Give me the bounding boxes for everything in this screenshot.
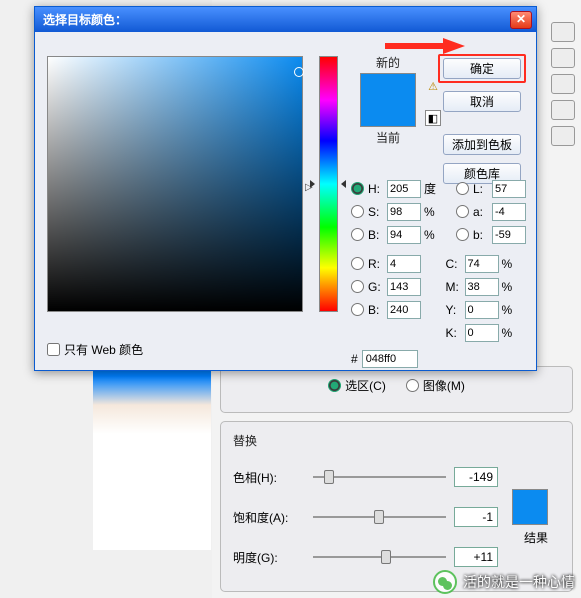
side-buttons (551, 22, 575, 146)
web-only-checkbox[interactable]: 只有 Web 颜色 (47, 341, 143, 358)
wechat-icon (433, 570, 457, 594)
cancel-button[interactable]: 取消 (443, 91, 521, 112)
current-color-label: 当前 (353, 129, 423, 146)
light-slider[interactable] (313, 556, 446, 558)
color-field[interactable] (47, 56, 303, 312)
hex-label: # (351, 352, 358, 366)
input-g[interactable] (387, 278, 421, 296)
dialog-title: 选择目标颜色： (43, 11, 127, 28)
hue-slider[interactable] (313, 476, 446, 478)
sv-indicator: ▷ (305, 182, 313, 193)
light-value[interactable] (454, 547, 498, 567)
result-label: 结果 (512, 529, 560, 546)
input-hex[interactable] (362, 350, 418, 368)
input-r[interactable] (387, 255, 421, 273)
radio-rgb-b[interactable] (351, 303, 364, 316)
input-a[interactable] (492, 203, 526, 221)
input-s[interactable] (387, 203, 421, 221)
color-preview-swatch[interactable] (360, 73, 416, 127)
input-l[interactable] (492, 180, 526, 198)
add-swatch-button[interactable]: 添加到色板 (443, 134, 521, 155)
input-c[interactable] (465, 255, 499, 273)
radio-s[interactable] (351, 205, 364, 218)
ok-highlight: 确定 (438, 54, 526, 83)
ok-button[interactable]: 确定 (443, 58, 521, 79)
radio-b[interactable] (351, 228, 364, 241)
input-rgb-b[interactable] (387, 301, 421, 319)
color-picker-dialog: 选择目标颜色： ✕ ▷ 新的 当前 ⚠ ◧ 确定 取消 添加到色板 颜色库 (34, 6, 537, 371)
titlebar[interactable]: 选择目标颜色： ✕ (35, 7, 536, 32)
hue-value[interactable] (454, 467, 498, 487)
close-button[interactable]: ✕ (510, 11, 532, 29)
input-m[interactable] (465, 278, 499, 296)
new-color-label: 新的 (353, 54, 423, 71)
input-y[interactable] (465, 301, 499, 319)
light-label: 明度(G): (233, 549, 305, 566)
sat-slider[interactable] (313, 516, 446, 518)
replace-legend: 替换 (233, 432, 560, 449)
input-lab-b[interactable] (492, 226, 526, 244)
sat-value[interactable] (454, 507, 498, 527)
watermark: 活的就是一种心情 (433, 570, 575, 594)
sat-label: 饱和度(A): (233, 509, 305, 526)
result-swatch[interactable] (512, 489, 548, 525)
radio-g[interactable] (351, 280, 364, 293)
hue-strip[interactable] (319, 56, 338, 312)
hue-label: 色相(H): (233, 469, 305, 486)
radio-selection[interactable]: 选区(C) (328, 377, 386, 394)
radio-lab-b[interactable] (456, 228, 469, 241)
radio-image[interactable]: 图像(M) (406, 377, 465, 394)
annotation-arrow (385, 38, 465, 54)
input-b[interactable] (387, 226, 421, 244)
input-h[interactable] (387, 180, 421, 198)
radio-r[interactable] (351, 257, 364, 270)
radio-a[interactable] (456, 205, 469, 218)
input-k[interactable] (465, 324, 499, 342)
color-field-cursor (294, 67, 304, 77)
radio-l[interactable] (456, 182, 469, 195)
radio-h[interactable] (351, 182, 364, 195)
